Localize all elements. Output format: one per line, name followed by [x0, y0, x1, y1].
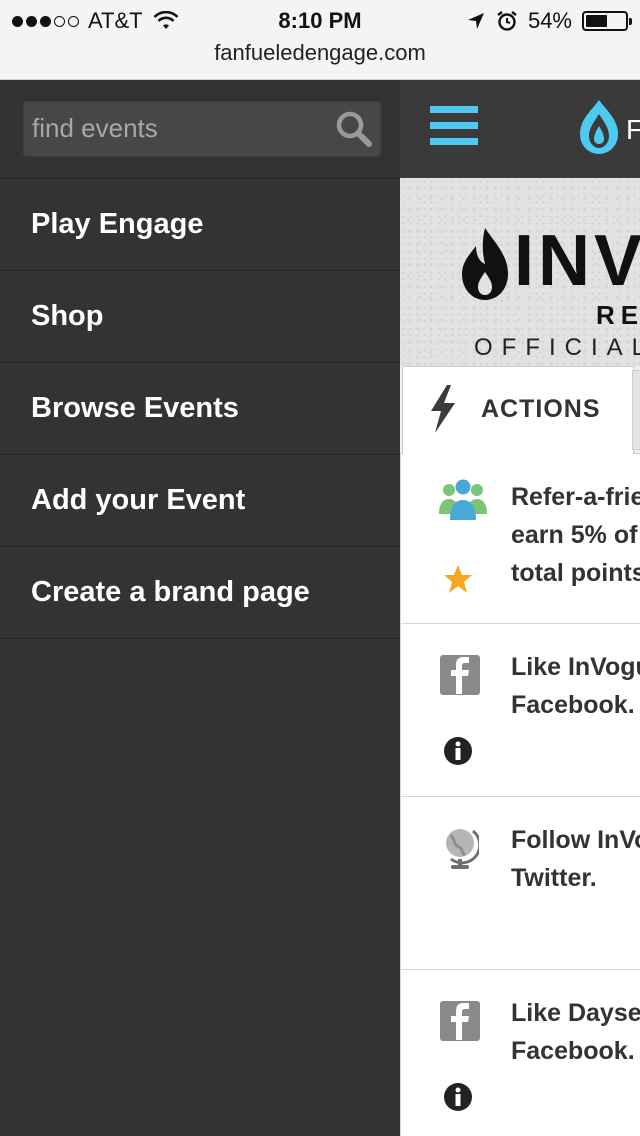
location-arrow-icon [467, 13, 484, 29]
url-bar[interactable]: fanfueledengage.com [0, 40, 640, 66]
battery-percent: 54% [527, 8, 572, 33]
search-box[interactable] [22, 99, 382, 157]
status-bar: AT&T 8:10 PM 54% fanfueledengage.com [0, 0, 640, 80]
action-text: Refer-a-frie earn 5% of total points [511, 483, 640, 587]
tab-next[interactable] [632, 370, 640, 450]
flame-logo-icon[interactable] [578, 98, 620, 156]
search-input[interactable] [22, 99, 332, 157]
action-text: Like InVogu Facebook. [511, 653, 640, 719]
main-content: F INV REC OFFICIAL ACTIONS [400, 80, 640, 1136]
banner-title: INV [514, 221, 640, 301]
side-menu: Play Engage Shop Browse Events Add your … [0, 80, 400, 1136]
action-item-facebook-like[interactable]: Like InVogu Facebook. [400, 624, 640, 797]
facebook-icon [440, 1001, 480, 1041]
menu-item-shop[interactable]: Shop [0, 271, 400, 363]
tab-actions-label: ACTIONS [481, 395, 601, 423]
action-item-refer[interactable]: Refer-a-frie earn 5% of total points [400, 454, 640, 624]
facebook-icon [440, 655, 480, 695]
search-area [0, 80, 400, 179]
battery-fill [586, 15, 607, 27]
action-item-facebook-like-2[interactable]: Like Dayseo Facebook. [400, 970, 640, 1136]
search-icon[interactable] [334, 109, 374, 149]
globe-icon [446, 829, 479, 869]
menu-item-create-brand-page[interactable]: Create a brand page [0, 547, 400, 639]
lightning-bolt-icon [431, 385, 455, 433]
action-text: Like Dayseo Facebook. [511, 999, 640, 1065]
tab-bar: ACTIONS [400, 366, 640, 455]
banner-official-text: OFFICIAL [474, 334, 640, 361]
info-icon[interactable] [443, 1082, 473, 1112]
event-banner: INV REC OFFICIAL [400, 178, 640, 366]
battery-icon [582, 11, 632, 31]
menu-item-play-engage[interactable]: Play Engage [0, 179, 400, 271]
tab-actions[interactable]: ACTIONS [402, 366, 634, 455]
top-bar: F [400, 80, 640, 178]
action-item-twitter-follow[interactable]: Follow InVo Twitter. [400, 797, 640, 970]
alarm-icon [497, 11, 517, 31]
menu-item-add-event[interactable]: Add your Event [0, 455, 400, 547]
banner-subtitle: REC [596, 300, 640, 330]
action-text: Follow InVo Twitter. [511, 826, 640, 892]
star-icon [444, 565, 472, 593]
status-right: 54% [466, 8, 632, 34]
people-icon [439, 479, 487, 520]
menu-item-browse-events[interactable]: Browse Events [0, 363, 400, 455]
brand-name: F [626, 114, 640, 145]
hamburger-icon[interactable] [430, 106, 478, 146]
info-icon[interactable] [443, 736, 473, 766]
banner-flame-icon [462, 228, 508, 300]
action-list: Refer-a-frie earn 5% of total points Lik… [400, 454, 640, 1136]
